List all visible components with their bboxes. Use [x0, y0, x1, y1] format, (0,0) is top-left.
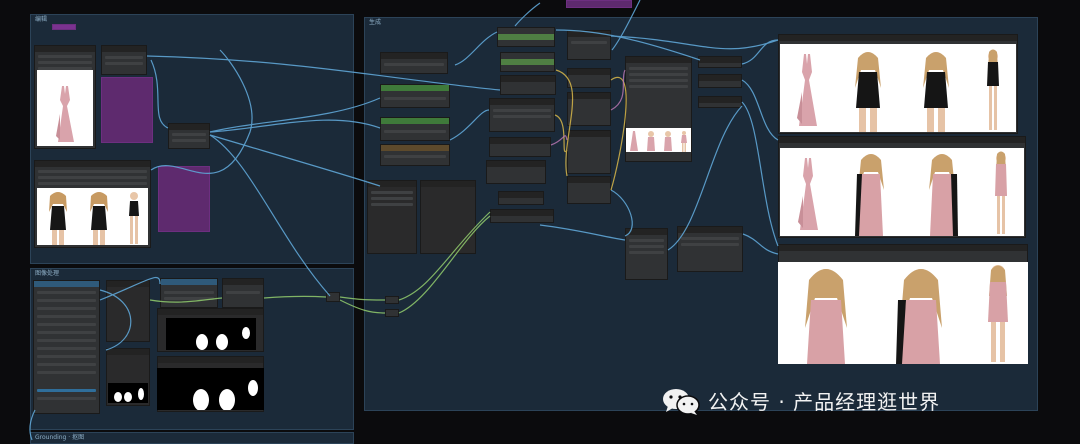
wechat-icon — [662, 388, 700, 415]
watermark-text: 公众号 · 产品经理逛世界 — [708, 390, 941, 414]
node-canvas[interactable]: 编辑 图像处理 Grounding · 抠图 生成 公众号 · 产品经理逛世界 — [0, 0, 1080, 444]
wires-layer — [29, 0, 779, 441]
watermark: 公众号 · 产品经理逛世界 — [662, 386, 940, 415]
